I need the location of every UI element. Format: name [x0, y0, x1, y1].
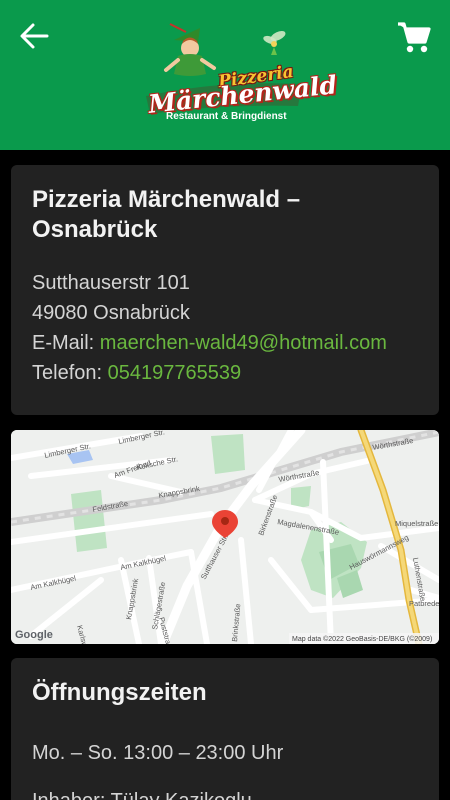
email-link[interactable]: maerchen-wald49@hotmail.com — [100, 332, 387, 354]
opening-hours-title: Öffnungszeiten — [32, 679, 207, 706]
map-google-logo: Google — [15, 629, 53, 641]
arrow-left-icon — [20, 23, 49, 49]
address-street: Sutthauserstr 101 — [32, 272, 190, 294]
shopping-cart-icon — [398, 22, 431, 53]
app-header: Pizzeria Märchenwald Restaurant & Bringd… — [0, 0, 450, 150]
address-city: 49080 Osnabrück — [32, 302, 190, 324]
map-attribution: Map data ©2022 GeoBasis-DE/BKG (©2009) — [292, 635, 432, 643]
restaurant-title: Pizzeria Märchenwald – Osnabrück — [32, 186, 301, 243]
back-button[interactable] — [18, 22, 50, 50]
email-label: E-Mail: — [32, 332, 95, 354]
restaurant-logo: Pizzeria Märchenwald Restaurant & Bringd… — [140, 22, 338, 122]
owner-line: Inhaber: Tülay Kazikoglu — [32, 786, 418, 800]
map-canvas: Limberger Str. Limberger Str. Am Freibad… — [11, 430, 439, 644]
opening-hours-card: Öffnungszeiten Mo. – So. 13:00 – 23:00 U… — [11, 658, 439, 800]
map-street-label: Miquelstraße — [395, 519, 438, 528]
phone-label: Telefon: — [32, 362, 103, 384]
restaurant-info-card: Pizzeria Märchenwald – Osnabrück Sutthau… — [11, 165, 439, 415]
phone-row: Telefon: 054197765539 — [32, 358, 418, 388]
cart-button[interactable] — [396, 20, 432, 54]
location-map[interactable]: Limberger Str. Limberger Str. Am Freibad… — [11, 430, 439, 644]
address-block: Sutthauserstr 101 49080 Osnabrück E-Mail… — [32, 268, 418, 388]
map-street-label: Patbrede — [409, 599, 439, 608]
opening-hours-line: Mo. – So. 13:00 – 23:00 Uhr — [32, 742, 284, 764]
phone-link[interactable]: 054197765539 — [108, 362, 241, 384]
logo-text-subtitle: Restaurant & Bringdienst — [166, 111, 287, 122]
email-row: E-Mail: maerchen-wald49@hotmail.com — [32, 328, 418, 358]
